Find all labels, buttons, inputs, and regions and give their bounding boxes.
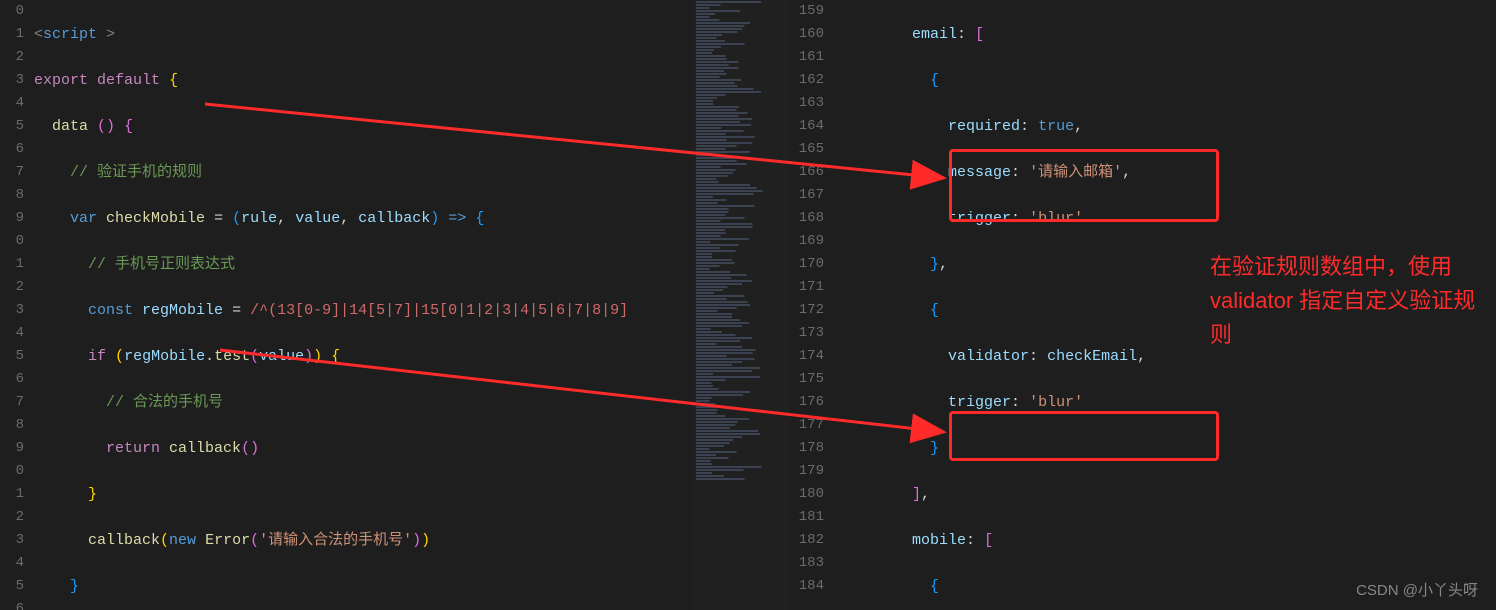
prop: trigger bbox=[948, 210, 1011, 227]
prop: validator bbox=[948, 348, 1029, 365]
tag-open: < bbox=[34, 26, 43, 43]
var-name: regMobile bbox=[142, 302, 223, 319]
fn: callback bbox=[169, 440, 241, 457]
brace: } bbox=[70, 578, 79, 595]
paren: ( bbox=[232, 210, 241, 227]
string: '请输入合法的手机号' bbox=[259, 532, 412, 549]
paren: ) bbox=[412, 532, 421, 549]
comma: , bbox=[1122, 164, 1131, 181]
colon: : bbox=[1011, 394, 1020, 411]
colon: : bbox=[1011, 164, 1020, 181]
brace: { bbox=[124, 118, 133, 135]
paren: ( bbox=[250, 532, 259, 549]
colon: : bbox=[1011, 210, 1020, 227]
comment: // 合法的手机号 bbox=[106, 394, 223, 411]
kw-if: if bbox=[88, 348, 106, 365]
obj: regMobile bbox=[124, 348, 205, 365]
comma: , bbox=[1137, 348, 1146, 365]
brace: } bbox=[88, 486, 97, 503]
tag-name: script bbox=[43, 26, 97, 43]
left-gutter: 012345678901234567890123456 bbox=[0, 0, 34, 610]
arg: callback bbox=[358, 210, 430, 227]
class: Error bbox=[205, 532, 250, 549]
string: 'blur' bbox=[1029, 394, 1083, 411]
left-code-area[interactable]: <script > export default { data () { // … bbox=[34, 0, 692, 610]
bracket: [ bbox=[975, 26, 984, 43]
paren: ( bbox=[250, 348, 259, 365]
comment: // 手机号正则表达式 bbox=[88, 256, 235, 273]
brace: } bbox=[930, 440, 939, 457]
string: '请输入邮箱' bbox=[1029, 164, 1122, 181]
comma: , bbox=[939, 256, 948, 273]
op: = bbox=[232, 302, 241, 319]
prop: message bbox=[948, 164, 1011, 181]
method: test bbox=[214, 348, 250, 365]
colon: : bbox=[1020, 118, 1029, 135]
var-name: checkMobile bbox=[106, 210, 205, 227]
right-gutter: 1591601611621631641651661671681691701711… bbox=[790, 0, 840, 610]
paren: ) bbox=[313, 348, 322, 365]
colon: : bbox=[957, 26, 966, 43]
kw-return: return bbox=[106, 440, 160, 457]
annotation-text: 在验证规则数组中，使用 validator 指定自定义验证规则 bbox=[1210, 250, 1490, 352]
kw-const: const bbox=[88, 302, 133, 319]
tag-close: > bbox=[97, 26, 115, 43]
bracket: [ bbox=[984, 532, 993, 549]
paren: ) bbox=[304, 348, 313, 365]
paren: ) bbox=[430, 210, 439, 227]
paren: ( bbox=[160, 532, 169, 549]
bool: true bbox=[1038, 118, 1074, 135]
arg: value bbox=[259, 348, 304, 365]
kw-new: new bbox=[169, 532, 196, 549]
kw-var: var bbox=[70, 210, 97, 227]
colon: : bbox=[1029, 348, 1038, 365]
fn-data: data bbox=[52, 118, 88, 135]
value: checkEmail bbox=[1047, 348, 1137, 365]
arrow: => bbox=[448, 210, 466, 227]
fn: callback bbox=[88, 532, 160, 549]
kw-export: export bbox=[34, 72, 88, 89]
arg: value bbox=[295, 210, 340, 227]
brace: { bbox=[331, 348, 340, 365]
op: = bbox=[214, 210, 223, 227]
paren: ( bbox=[115, 348, 124, 365]
brace: { bbox=[930, 578, 939, 595]
prop: email bbox=[912, 26, 957, 43]
kw-default: default bbox=[97, 72, 160, 89]
regex: /^(13[0-9]|14[5|7]|15[0|1|2|3|4|5|6|7|8|… bbox=[250, 302, 628, 319]
brace: { bbox=[475, 210, 484, 227]
brace: } bbox=[930, 256, 939, 273]
bracket: ] bbox=[912, 486, 921, 503]
paren: () bbox=[97, 118, 115, 135]
brace: { bbox=[930, 72, 939, 89]
comma: , bbox=[1074, 118, 1083, 135]
paren: ) bbox=[421, 532, 430, 549]
brace: { bbox=[930, 302, 939, 319]
brace: { bbox=[169, 72, 178, 89]
arg: rule bbox=[241, 210, 277, 227]
paren: () bbox=[241, 440, 259, 457]
prop: required bbox=[948, 118, 1020, 135]
minimap[interactable] bbox=[692, 0, 790, 610]
comma: , bbox=[340, 210, 349, 227]
comma: , bbox=[277, 210, 286, 227]
string: 'blur' bbox=[1029, 210, 1083, 227]
colon: : bbox=[966, 532, 975, 549]
left-editor-pane[interactable]: 012345678901234567890123456 <script > ex… bbox=[0, 0, 692, 610]
prop: mobile bbox=[912, 532, 966, 549]
prop: trigger bbox=[948, 394, 1011, 411]
comma: , bbox=[921, 486, 930, 503]
comment: // 验证手机的规则 bbox=[70, 164, 202, 181]
